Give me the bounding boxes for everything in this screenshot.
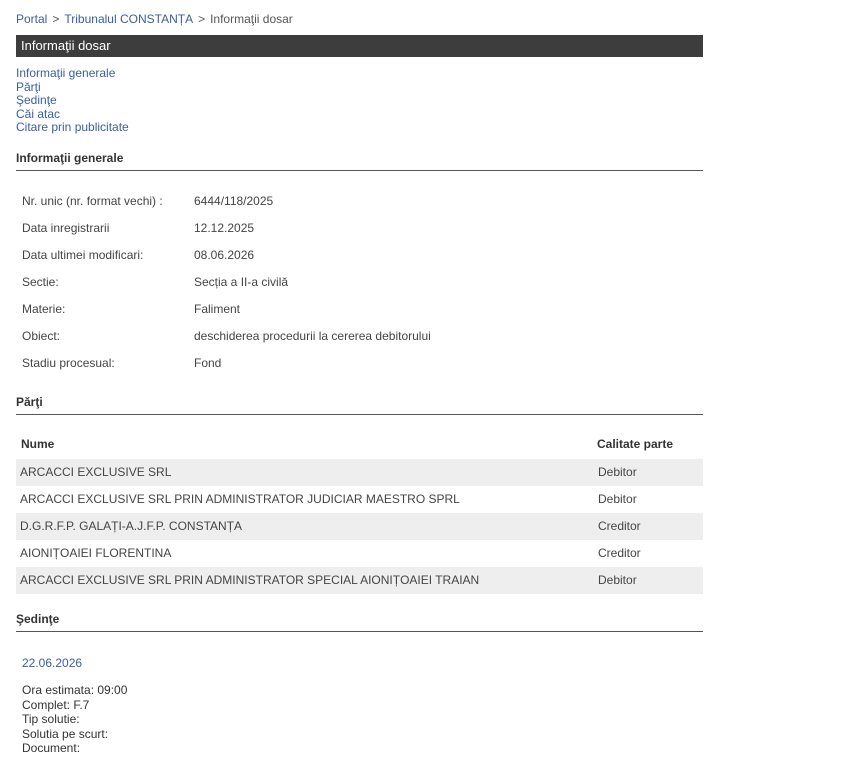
breadcrumb: Portal > Tribunalul CONSTANȚA > Informaţii d… [16,12,293,26]
column-header-nume: Nume [21,437,55,451]
party-role: Debitor [598,573,637,587]
hearing-solution-summary: Solutia pe scurt: [22,726,109,741]
section-heading-parti: Părţi [16,395,703,415]
party-role: Creditor [598,519,641,533]
party-name: ARCACCI EXCLUSIVE SRL PRIN ADMINISTRATOR… [20,492,460,506]
info-value: Secția a II-a civilă [194,275,289,289]
hearing-time: Ora estimata: 09:00 [22,683,128,697]
breadcrumb-separator: > [198,12,206,26]
info-value: deschiderea procedurii la cererea debito… [194,329,431,343]
column-header-calitate: Calitate parte [597,437,674,451]
info-value: 08.06.2026 [194,248,255,262]
nav-link-sedinte[interactable]: Şedinţe [16,93,129,108]
info-label: Data inregistrarii [22,221,110,235]
nav-link-cai-atac[interactable]: Căi atac [16,107,129,122]
nav-link-citare[interactable]: Citare prin publicitate [16,120,129,135]
section-nav: Informaţii generale Părţi Şedinţe Căi at… [16,66,129,135]
info-value: Faliment [194,302,241,316]
table-row: D.G.R.F.P. GALAȚI-A.J.F.P. CONSTANȚA Cre… [16,513,703,540]
hearing-date: 22.06.2026 [22,656,83,670]
breadcrumb-current: Informaţii dosar [210,12,293,26]
hearing-panel: Complet: F.7 [22,697,90,712]
table-row: ARCACCI EXCLUSIVE SRL Debitor [16,459,703,486]
table-row: ARCACCI EXCLUSIVE SRL PRIN ADMINISTRATOR… [16,486,703,513]
party-name: AIONIȚOAIEI FLORENTINA [20,546,172,560]
hearing-solution-type: Tip solutie: [22,712,80,726]
nav-link-general[interactable]: Informaţii generale [16,66,129,81]
section-heading-general: Informaţii generale [16,151,703,171]
info-value: 6444/118/2025 [194,194,274,208]
hearing-document: Document: [22,741,81,755]
info-value: 12.12.2025 [194,221,255,235]
nav-link-parti[interactable]: Părţi [16,80,129,95]
info-label: Sectie: [22,275,59,289]
party-name: D.G.R.F.P. GALAȚI-A.J.F.P. CONSTANȚA [20,519,243,533]
info-label: Nr. unic (nr. format vechi) : [22,194,163,208]
info-label: Data ultimei modificari: [22,248,144,262]
section-heading-sedinte: Şedinţe [16,612,703,632]
page-title: Informaţii dosar [16,35,703,57]
breadcrumb-court-link[interactable]: Tribunalul CONSTANȚA [64,12,193,26]
table-row: ARCACCI EXCLUSIVE SRL PRIN ADMINISTRATOR… [16,567,703,594]
breadcrumb-separator: > [52,12,60,26]
party-role: Debitor [598,465,637,479]
parties-table: Nume Calitate parte ARCACCI EXCLUSIVE SR… [16,430,703,594]
party-name: ARCACCI EXCLUSIVE SRL PRIN ADMINISTRATOR… [20,573,480,587]
parties-table-header: Nume Calitate parte [16,430,703,459]
hearing-details: Ora estimata: 09:00 Complet: F.7 Tip sol… [22,683,127,756]
info-value: Fond [194,356,222,370]
info-label: Materie: [22,302,66,316]
party-role: Debitor [598,492,637,506]
party-name: ARCACCI EXCLUSIVE SRL [20,465,172,479]
case-info-page: Portal > Tribunalul CONSTANȚA > Informaţii d… [0,0,855,765]
info-label: Stadiu procesual: [22,356,115,370]
party-role: Creditor [598,546,641,560]
info-label: Obiect: [22,329,61,343]
table-row: AIONIȚOAIEI FLORENTINA Creditor [16,540,703,567]
breadcrumb-portal-link[interactable]: Portal [16,12,47,26]
